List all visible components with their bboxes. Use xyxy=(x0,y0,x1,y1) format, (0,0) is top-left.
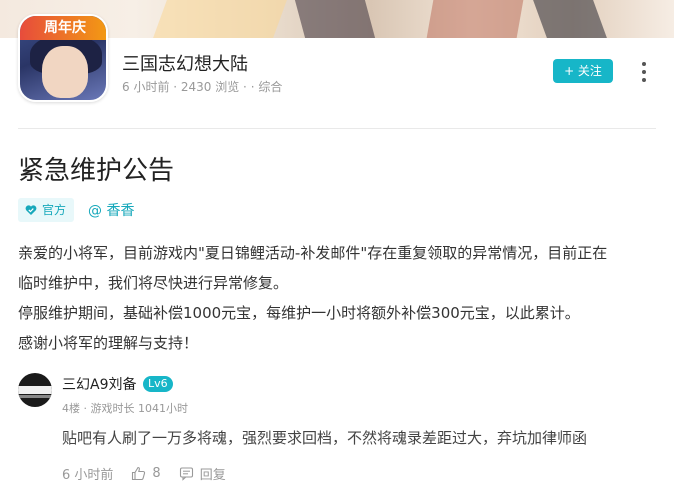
comment-username[interactable]: 三幻A9刘备 xyxy=(62,374,136,394)
like-count: 8 xyxy=(152,466,161,481)
more-options-icon[interactable] xyxy=(636,60,652,84)
comment-actions: 6 小时前 8 回复 xyxy=(62,464,244,483)
reply-label: 回复 xyxy=(199,468,226,483)
comment-meta: 4楼 · 游戏时长 1041小时 xyxy=(62,402,188,415)
heart-icon xyxy=(25,205,37,215)
comment-body: 贴吧有人刷了一万多将魂，强烈要求回档，不然将魂录差距过大，弃坑加律师函 xyxy=(62,429,588,447)
reply-button[interactable]: 回复 xyxy=(179,464,226,483)
official-tag: 官方 xyxy=(18,198,74,222)
comment-time: 6 小时前 xyxy=(62,468,114,483)
official-tag-label: 官方 xyxy=(42,203,67,217)
post-content: 亲爱的小将军，目前游戏内"夏日锦鲤活动-补发邮件"存在重复领取的异常情况，目前正… xyxy=(18,238,664,358)
author-link[interactable]: @ 香香 xyxy=(88,200,134,220)
divider xyxy=(18,128,656,129)
paragraph: 亲爱的小将军，目前游戏内"夏日锦鲤活动-补发邮件"存在重复领取的异常情况，目前正… xyxy=(18,244,608,262)
avatar[interactable] xyxy=(18,373,52,407)
anniversary-badge: 周年庆 xyxy=(20,16,106,40)
thumbs-up-icon xyxy=(132,466,146,481)
post-title: 紧急维护公告 xyxy=(18,156,175,186)
post-meta: 6 小时前 · 2430 浏览 · · 综合 xyxy=(122,80,283,94)
follow-button[interactable]: + 关注 xyxy=(553,59,613,83)
paragraph: 停服维护期间，基础补偿1000元宝，每维护一小时将额外补偿300元宝，以此累计。 xyxy=(18,304,580,322)
paragraph: 感谢小将军的理解与支持！ xyxy=(18,334,199,352)
game-icon[interactable]: 周年庆 xyxy=(18,14,108,102)
like-button[interactable]: 8 xyxy=(131,466,161,481)
game-title[interactable]: 三国志幻想大陆 xyxy=(122,50,248,76)
paragraph: 临时维护中，我们将尽快进行异常修复。 xyxy=(18,274,289,292)
comment-icon xyxy=(179,467,193,481)
level-badge: Lv6 xyxy=(143,376,173,392)
